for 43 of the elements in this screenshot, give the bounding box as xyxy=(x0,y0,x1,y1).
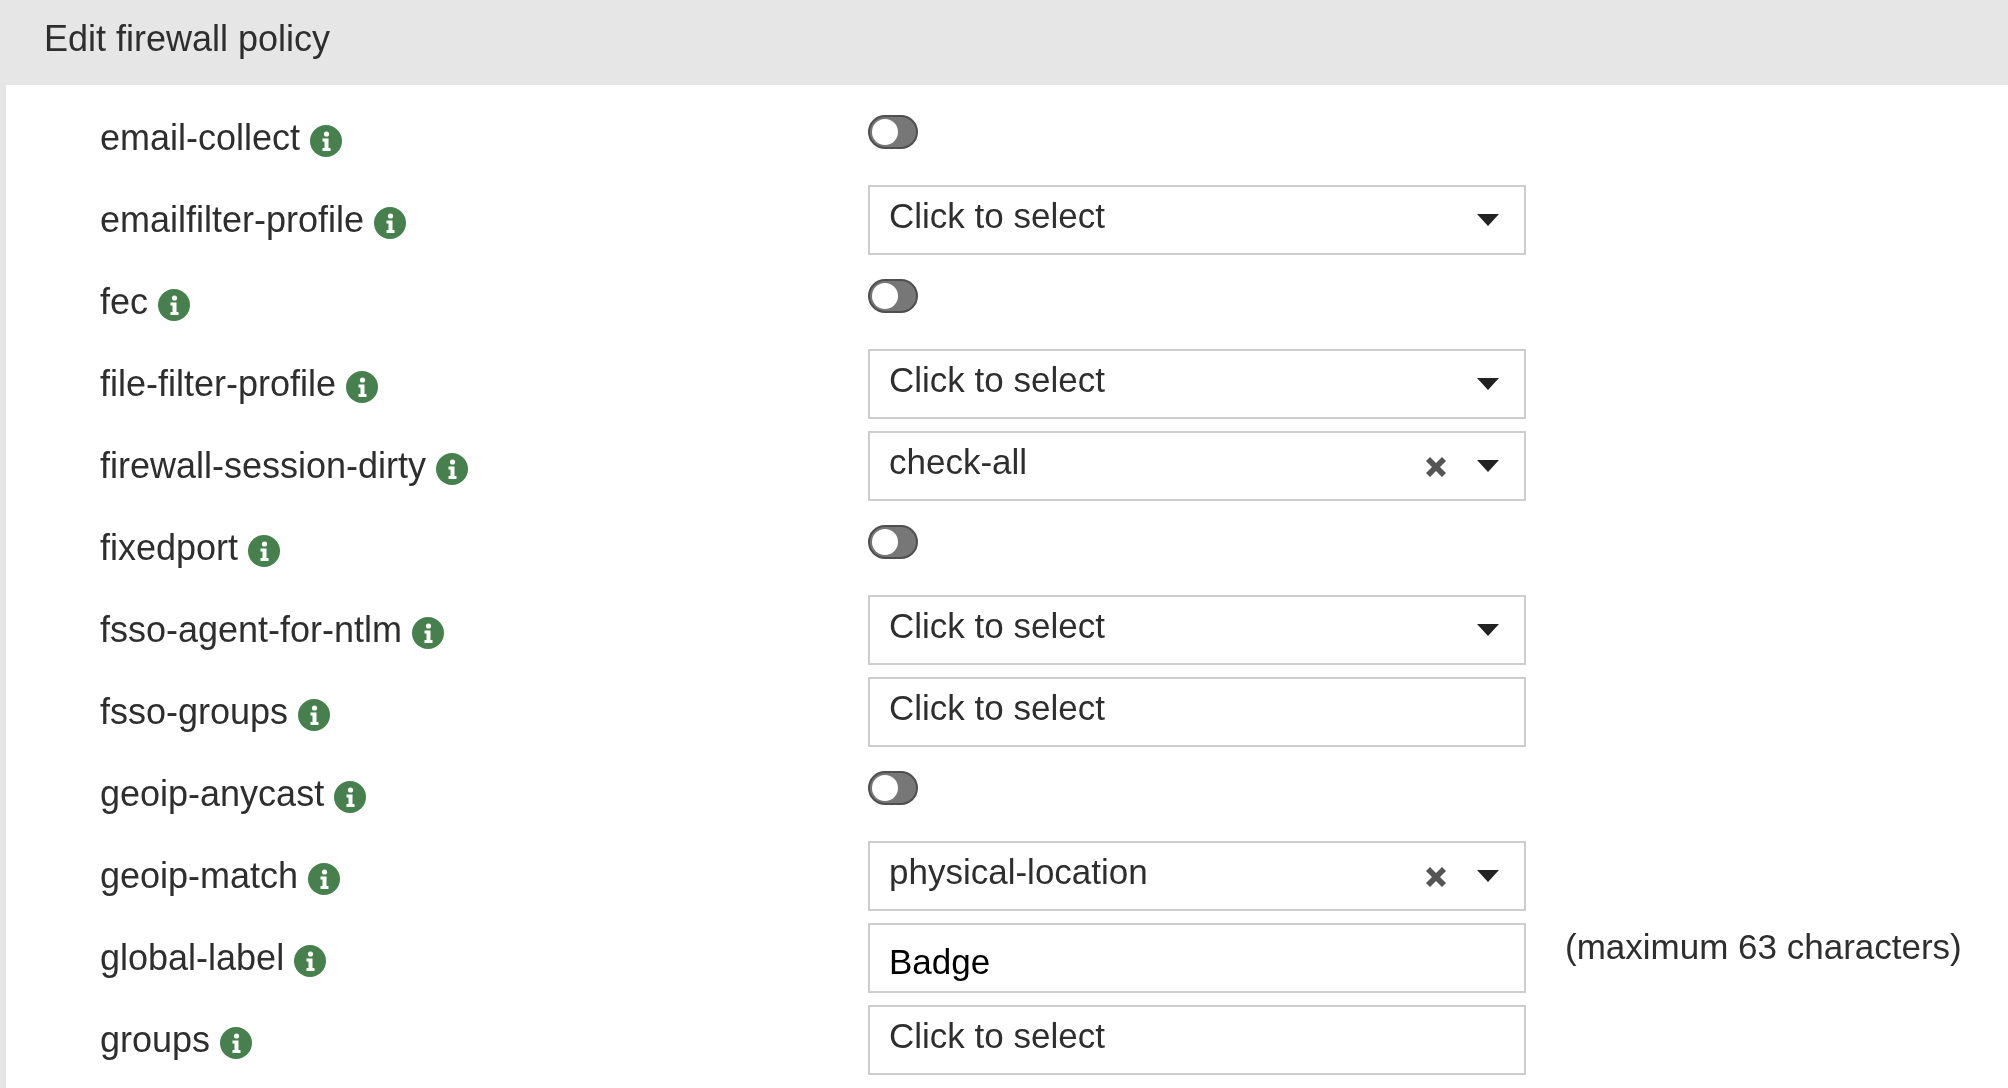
info-icon[interactable] xyxy=(294,945,327,977)
field-label: fec xyxy=(100,281,149,323)
info-icon[interactable] xyxy=(248,535,281,567)
caret-icon[interactable] xyxy=(1477,460,1499,472)
toggle-switch[interactable] xyxy=(868,115,918,149)
select-field[interactable]: Click to select xyxy=(868,1005,1526,1075)
info-icon[interactable] xyxy=(436,453,469,485)
field-label: emailfilter-profile xyxy=(100,199,365,241)
field-label: file-filter-profile xyxy=(100,363,337,405)
caret-icon[interactable] xyxy=(1477,378,1499,390)
field-label: groups xyxy=(100,1019,211,1061)
field-label: fixedport xyxy=(100,527,239,569)
select-field[interactable]: Click to select xyxy=(868,349,1526,419)
info-icon[interactable] xyxy=(412,617,445,649)
field-label: firewall-session-dirty xyxy=(100,445,427,487)
toggle-switch[interactable] xyxy=(868,771,918,805)
field-label: geoip-match xyxy=(100,855,299,897)
select-field[interactable]: Click to select xyxy=(868,185,1526,255)
select-field[interactable]: Click to select xyxy=(868,595,1526,665)
caret-icon[interactable] xyxy=(1477,214,1499,226)
dialog-title: Edit firewall policy xyxy=(44,17,331,60)
info-icon[interactable] xyxy=(220,1027,253,1059)
field-label: email-collect xyxy=(100,117,301,159)
text-input[interactable]: Badge xyxy=(868,923,1526,993)
info-icon[interactable] xyxy=(310,125,343,157)
info-icon[interactable] xyxy=(374,207,407,239)
toggle-switch[interactable] xyxy=(868,525,918,559)
caret-icon[interactable] xyxy=(1477,624,1499,636)
caret-icon[interactable] xyxy=(1477,870,1499,882)
info-icon[interactable] xyxy=(346,371,379,403)
info-icon[interactable] xyxy=(298,699,331,731)
field-label: geoip-anycast xyxy=(100,773,325,815)
field-label: fsso-groups xyxy=(100,691,289,733)
info-icon[interactable] xyxy=(158,289,191,321)
info-icon[interactable] xyxy=(308,863,341,895)
select-field[interactable]: Click to select xyxy=(868,677,1526,747)
field-hint: (maximum 63 characters) xyxy=(1565,927,1962,967)
select-field[interactable]: physical-location xyxy=(868,841,1526,911)
field-label: global-label xyxy=(100,937,285,979)
toggle-switch[interactable] xyxy=(868,279,918,313)
field-label: fsso-agent-for-ntlm xyxy=(100,609,403,651)
info-icon[interactable] xyxy=(334,781,367,813)
select-field[interactable]: check-all xyxy=(868,431,1526,501)
